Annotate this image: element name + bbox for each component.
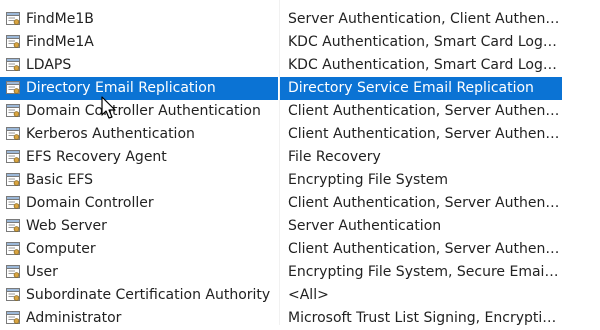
- intended-purpose-cell: Server Authentication: [288, 218, 442, 234]
- certificate-template-icon: [6, 288, 20, 301]
- template-name-cell[interactable]: FindMe1A: [0, 31, 278, 54]
- list-item[interactable]: LDAPS KDC Authentication, Smart Card Logo…: [0, 54, 600, 77]
- intended-purpose-cell: Encrypting File System, Secure Email, Cl…: [288, 264, 562, 280]
- certificate-template-icon: [6, 196, 20, 209]
- certificate-template-icon: [6, 12, 20, 25]
- template-name: FindMe1A: [26, 34, 94, 50]
- template-name: Administrator: [26, 310, 122, 326]
- certificate-template-icon: [6, 265, 20, 278]
- certificate-templates-list[interactable]: FindMe1B Server Authentication, Client Au…: [0, 0, 600, 326]
- template-name-cell[interactable]: Domain Controller: [0, 192, 278, 215]
- template-name: Directory Email Replication: [26, 80, 216, 96]
- certificate-template-icon: [6, 58, 20, 71]
- template-name-cell[interactable]: Subordinate Certification Authority: [0, 284, 278, 307]
- intended-purpose-cell: Microsoft Trust List Signing, Encrypting…: [288, 310, 562, 326]
- template-name-cell[interactable]: FindMe1B: [0, 8, 278, 31]
- template-name-cell[interactable]: Computer: [0, 238, 278, 261]
- template-name: Basic EFS: [26, 172, 94, 188]
- template-name-cell[interactable]: Basic EFS: [0, 169, 278, 192]
- list-item[interactable]: Web Server Server Authentication: [0, 215, 600, 238]
- list-item[interactable]: Kerberos Authentication Client Authentica…: [0, 123, 600, 146]
- list-item[interactable]: Administrator Microsoft Trust List Signin…: [0, 307, 600, 330]
- template-name: FindMe1B: [26, 11, 94, 27]
- list-item[interactable]: Basic EFS Encrypting File System: [0, 169, 600, 192]
- list-item[interactable]: FindMe1B Server Authentication, Client Au…: [0, 8, 600, 31]
- list-item[interactable]: FindMe1A KDC Authentication, Smart Card L…: [0, 31, 600, 54]
- template-name-cell[interactable]: LDAPS: [0, 54, 278, 77]
- certificate-template-icon: [6, 104, 20, 117]
- intended-purpose-cell: <All>: [288, 287, 329, 303]
- certificate-template-icon: [6, 150, 20, 163]
- list-item[interactable]: Domain Controller Authentication Client A…: [0, 100, 600, 123]
- certificate-template-icon: [6, 81, 20, 94]
- certificate-template-icon: [6, 173, 20, 186]
- list-item[interactable]: Directory Email Replication Directory Ser…: [0, 77, 600, 100]
- template-name: Domain Controller: [26, 195, 154, 211]
- intended-purpose-cell: Directory Service Email Replication: [280, 77, 562, 100]
- certificate-template-icon: [6, 35, 20, 48]
- intended-purpose-cell: Encrypting File System: [288, 172, 449, 188]
- template-name-cell[interactable]: Domain Controller Authentication: [0, 100, 278, 123]
- certificate-template-icon: [6, 219, 20, 232]
- intended-purpose-cell: KDC Authentication, Smart Card Logon...: [288, 34, 562, 50]
- template-name-cell[interactable]: Directory Email Replication: [0, 77, 278, 100]
- intended-purpose-cell: File Recovery: [288, 149, 381, 165]
- template-name-cell[interactable]: User: [0, 261, 278, 284]
- template-name: Web Server: [26, 218, 107, 234]
- template-name-cell[interactable]: Web Server: [0, 215, 278, 238]
- list-item[interactable]: Domain Controller Client Authentication, …: [0, 192, 600, 215]
- list-item[interactable]: User Encrypting File System, Secure Email…: [0, 261, 600, 284]
- template-name: LDAPS: [26, 57, 72, 73]
- template-name: Computer: [26, 241, 96, 257]
- intended-purpose-cell: KDC Authentication, Smart Card Logon...: [288, 57, 562, 73]
- template-name-cell[interactable]: EFS Recovery Agent: [0, 146, 278, 169]
- list-item[interactable]: EFS Recovery Agent File Recovery: [0, 146, 600, 169]
- intended-purpose-cell: Client Authentication, Server Authentic.…: [288, 195, 562, 211]
- template-name: User: [26, 264, 58, 280]
- list-item[interactable]: Computer Client Authentication, Server Au…: [0, 238, 600, 261]
- intended-purpose-cell: Client Authentication, Server Authentic.…: [288, 241, 562, 257]
- template-name: Subordinate Certification Authority: [26, 287, 271, 303]
- certificate-template-icon: [6, 311, 20, 324]
- certificate-template-icon: [6, 242, 20, 255]
- intended-purpose-cell: Client Authentication, Server Authentic.…: [288, 103, 562, 119]
- template-name: Kerberos Authentication: [26, 126, 195, 142]
- certificate-template-icon: [6, 127, 20, 140]
- template-name: Domain Controller Authentication: [26, 103, 261, 119]
- list-item[interactable]: Subordinate Certification Authority <All>: [0, 284, 600, 307]
- intended-purpose-cell: Client Authentication, Server Authentic.…: [288, 126, 562, 142]
- intended-purpose-cell: Server Authentication, Client Authentic.…: [288, 11, 562, 27]
- template-name-cell[interactable]: Administrator: [0, 307, 278, 330]
- template-name: EFS Recovery Agent: [26, 149, 167, 165]
- template-name-cell[interactable]: Kerberos Authentication: [0, 123, 278, 146]
